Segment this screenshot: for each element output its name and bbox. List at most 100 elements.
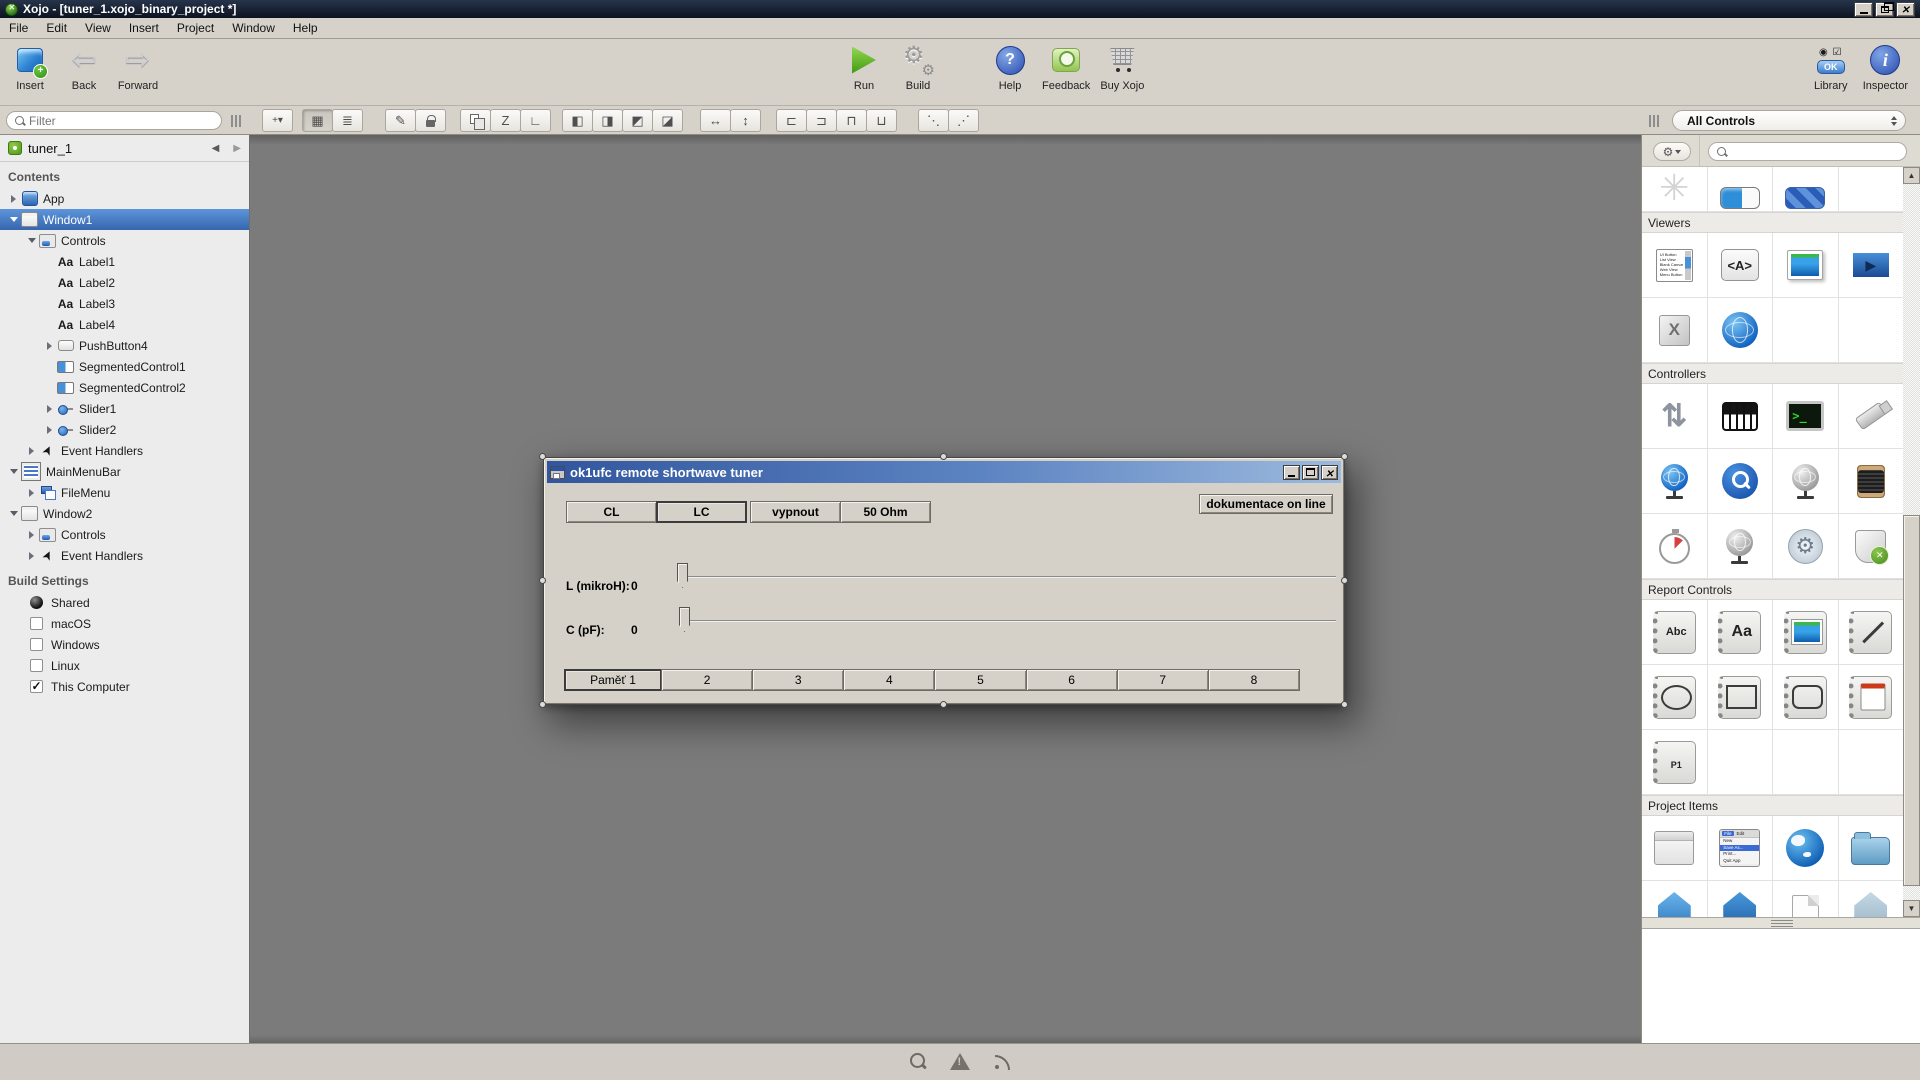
selection-handle[interactable] — [539, 701, 546, 708]
memory-button-6[interactable]: 6 — [1026, 669, 1118, 691]
menu-project[interactable]: Project — [168, 18, 223, 38]
tree-item-event-handlers[interactable]: Event Handlers — [0, 440, 249, 461]
toolbar-library-button[interactable]: OKLibrary — [1809, 43, 1853, 92]
library-item-interface-item[interactable] — [1839, 881, 1905, 917]
checkbox-checked-icon[interactable] — [30, 680, 43, 693]
segment-cl[interactable]: CL — [566, 501, 657, 523]
selection-handle[interactable] — [539, 577, 546, 584]
library-item-report-line[interactable] — [1839, 600, 1905, 665]
tree-item-window1[interactable]: Window1 — [0, 209, 249, 230]
slider1-thumb[interactable] — [677, 563, 688, 588]
menu-view[interactable]: View — [76, 18, 120, 38]
tree-item-controls[interactable]: Controls — [0, 230, 249, 251]
toolbar-back-button[interactable]: Back — [62, 43, 106, 92]
filter-input[interactable] — [29, 114, 213, 128]
library-item-shell-terminal[interactable]: >_ — [1773, 384, 1839, 449]
filter-box[interactable] — [6, 111, 222, 130]
library-item-toggle-switch[interactable] — [1708, 167, 1774, 212]
documentation-button[interactable]: dokumentace on line — [1199, 494, 1333, 514]
library-item-report-field[interactable]: Abc — [1642, 600, 1708, 665]
duplicate-button[interactable] — [460, 109, 491, 132]
library-search-input[interactable] — [1731, 145, 1898, 159]
scroll-up-icon[interactable]: ▲ — [1903, 167, 1920, 184]
library-scrollbar[interactable]: ▲ ▼ — [1903, 167, 1920, 917]
equal-height-button[interactable]: ↕ — [730, 109, 761, 132]
selection-handle[interactable] — [1341, 453, 1348, 460]
library-item-class-item-2[interactable] — [1708, 881, 1774, 917]
library-item-list-box[interactable]: UI ButtonList ViewBlank CanvasWeb ViewMe… — [1642, 233, 1708, 298]
slider1-track[interactable] — [679, 576, 1336, 578]
build-target-linux[interactable]: Linux — [0, 655, 249, 676]
disclosure-open-icon[interactable] — [6, 511, 21, 516]
add-control-button[interactable]: +▾ — [262, 109, 293, 132]
library-item-system-gear[interactable]: ⚙ — [1773, 514, 1839, 579]
library-search-box[interactable] — [1708, 142, 1907, 161]
library-item-movie-player[interactable]: ▶ — [1839, 233, 1905, 298]
navigator-grip-icon[interactable] — [231, 115, 242, 127]
order-back-button[interactable]: ◩ — [622, 109, 653, 132]
build-target-shared[interactable]: Shared — [0, 592, 249, 613]
library-item-report-page-number[interactable]: P1 — [1642, 730, 1708, 795]
designed-close-button[interactable] — [1321, 465, 1338, 480]
disclosure-closed-icon[interactable] — [42, 426, 57, 434]
library-item-web-globe[interactable] — [1708, 298, 1774, 363]
memory-button-4[interactable]: 4 — [843, 669, 935, 691]
tree-item-controls[interactable]: Controls — [0, 524, 249, 545]
measure-ruler-button[interactable]: ∟ — [520, 109, 551, 132]
library-filter-dropdown[interactable]: All Controls — [1672, 110, 1906, 131]
selection-handle[interactable] — [1341, 577, 1348, 584]
toolbar-build-button[interactable]: Build — [896, 43, 940, 92]
library-item-report-oval[interactable] — [1642, 665, 1708, 730]
feed-icon[interactable] — [991, 1051, 1013, 1073]
disclosure-closed-icon[interactable] — [42, 405, 57, 413]
designed-minimize-button[interactable] — [1283, 465, 1300, 480]
library-item-document-item[interactable] — [1773, 881, 1839, 917]
library-item-report-picture[interactable] — [1773, 600, 1839, 665]
menu-help[interactable]: Help — [284, 18, 327, 38]
memory-button-1[interactable]: Paměť 1 — [564, 669, 662, 691]
order-front-button[interactable]: ◧ — [562, 109, 593, 132]
disclosure-closed-icon[interactable] — [42, 342, 57, 350]
disclosure-closed-icon[interactable] — [24, 447, 39, 455]
tree-item-window2[interactable]: Window2 — [0, 503, 249, 524]
stagger-down-button[interactable]: ⋱ — [918, 109, 949, 132]
search-icon[interactable] — [907, 1051, 929, 1073]
tree-item-event-handlers[interactable]: Event Handlers — [0, 545, 249, 566]
slider2-track[interactable] — [679, 620, 1336, 622]
tree-item-segmentedcontrol1[interactable]: SegmentedControl1 — [0, 356, 249, 377]
lock-button[interactable] — [415, 109, 446, 132]
library-item-folder-item[interactable] — [1839, 816, 1905, 881]
align-left-button[interactable]: ⊏ — [776, 109, 807, 132]
toolbar-insert-button[interactable]: Insert — [8, 43, 52, 92]
selection-handle[interactable] — [940, 453, 947, 460]
library-item-serial-usb[interactable] — [1839, 384, 1905, 449]
edit-pencil-button[interactable]: ✎ — [385, 109, 416, 132]
library-item-class-item[interactable] — [1642, 881, 1708, 917]
memory-button-5[interactable]: 5 — [934, 669, 1026, 691]
checkbox-icon[interactable] — [30, 638, 43, 651]
library-item-window-item[interactable] — [1642, 816, 1708, 881]
library-item-server-socket[interactable] — [1708, 514, 1774, 579]
window-close-button[interactable] — [1896, 2, 1915, 17]
build-target-windows[interactable]: Windows — [0, 634, 249, 655]
tree-item-slider2[interactable]: Slider2 — [0, 419, 249, 440]
tree-item-app[interactable]: App — [0, 188, 249, 209]
toolbar-forward-button[interactable]: Forward — [116, 43, 160, 92]
tree-item-mainmenubar[interactable]: MainMenuBar — [0, 461, 249, 482]
library-item-plugin-cube[interactable]: X — [1642, 298, 1708, 363]
grid-layout-view-button[interactable]: ▦ — [302, 109, 333, 132]
tree-item-label1[interactable]: AaLabel1 — [0, 251, 249, 272]
warnings-icon[interactable] — [949, 1051, 971, 1073]
toolbar-help-button[interactable]: Help — [988, 43, 1032, 92]
tree-item-label3[interactable]: AaLabel3 — [0, 293, 249, 314]
window-restore-button[interactable] — [1875, 2, 1894, 17]
selection-handle[interactable] — [539, 453, 546, 460]
design-canvas[interactable]: ok1ufc remote shortwave tuner CLLC vypno… — [250, 135, 1641, 1043]
library-item-xojo-script[interactable] — [1839, 514, 1905, 579]
toolbar-buy-xojo-button[interactable]: Buy Xojo — [1100, 43, 1144, 92]
library-item-thread-spool[interactable] — [1839, 449, 1905, 514]
memory-button-7[interactable]: 7 — [1117, 669, 1209, 691]
library-settings-button[interactable] — [1653, 142, 1691, 161]
library-item-report-round-rect[interactable] — [1773, 665, 1839, 730]
library-grip-icon[interactable] — [1649, 115, 1660, 127]
